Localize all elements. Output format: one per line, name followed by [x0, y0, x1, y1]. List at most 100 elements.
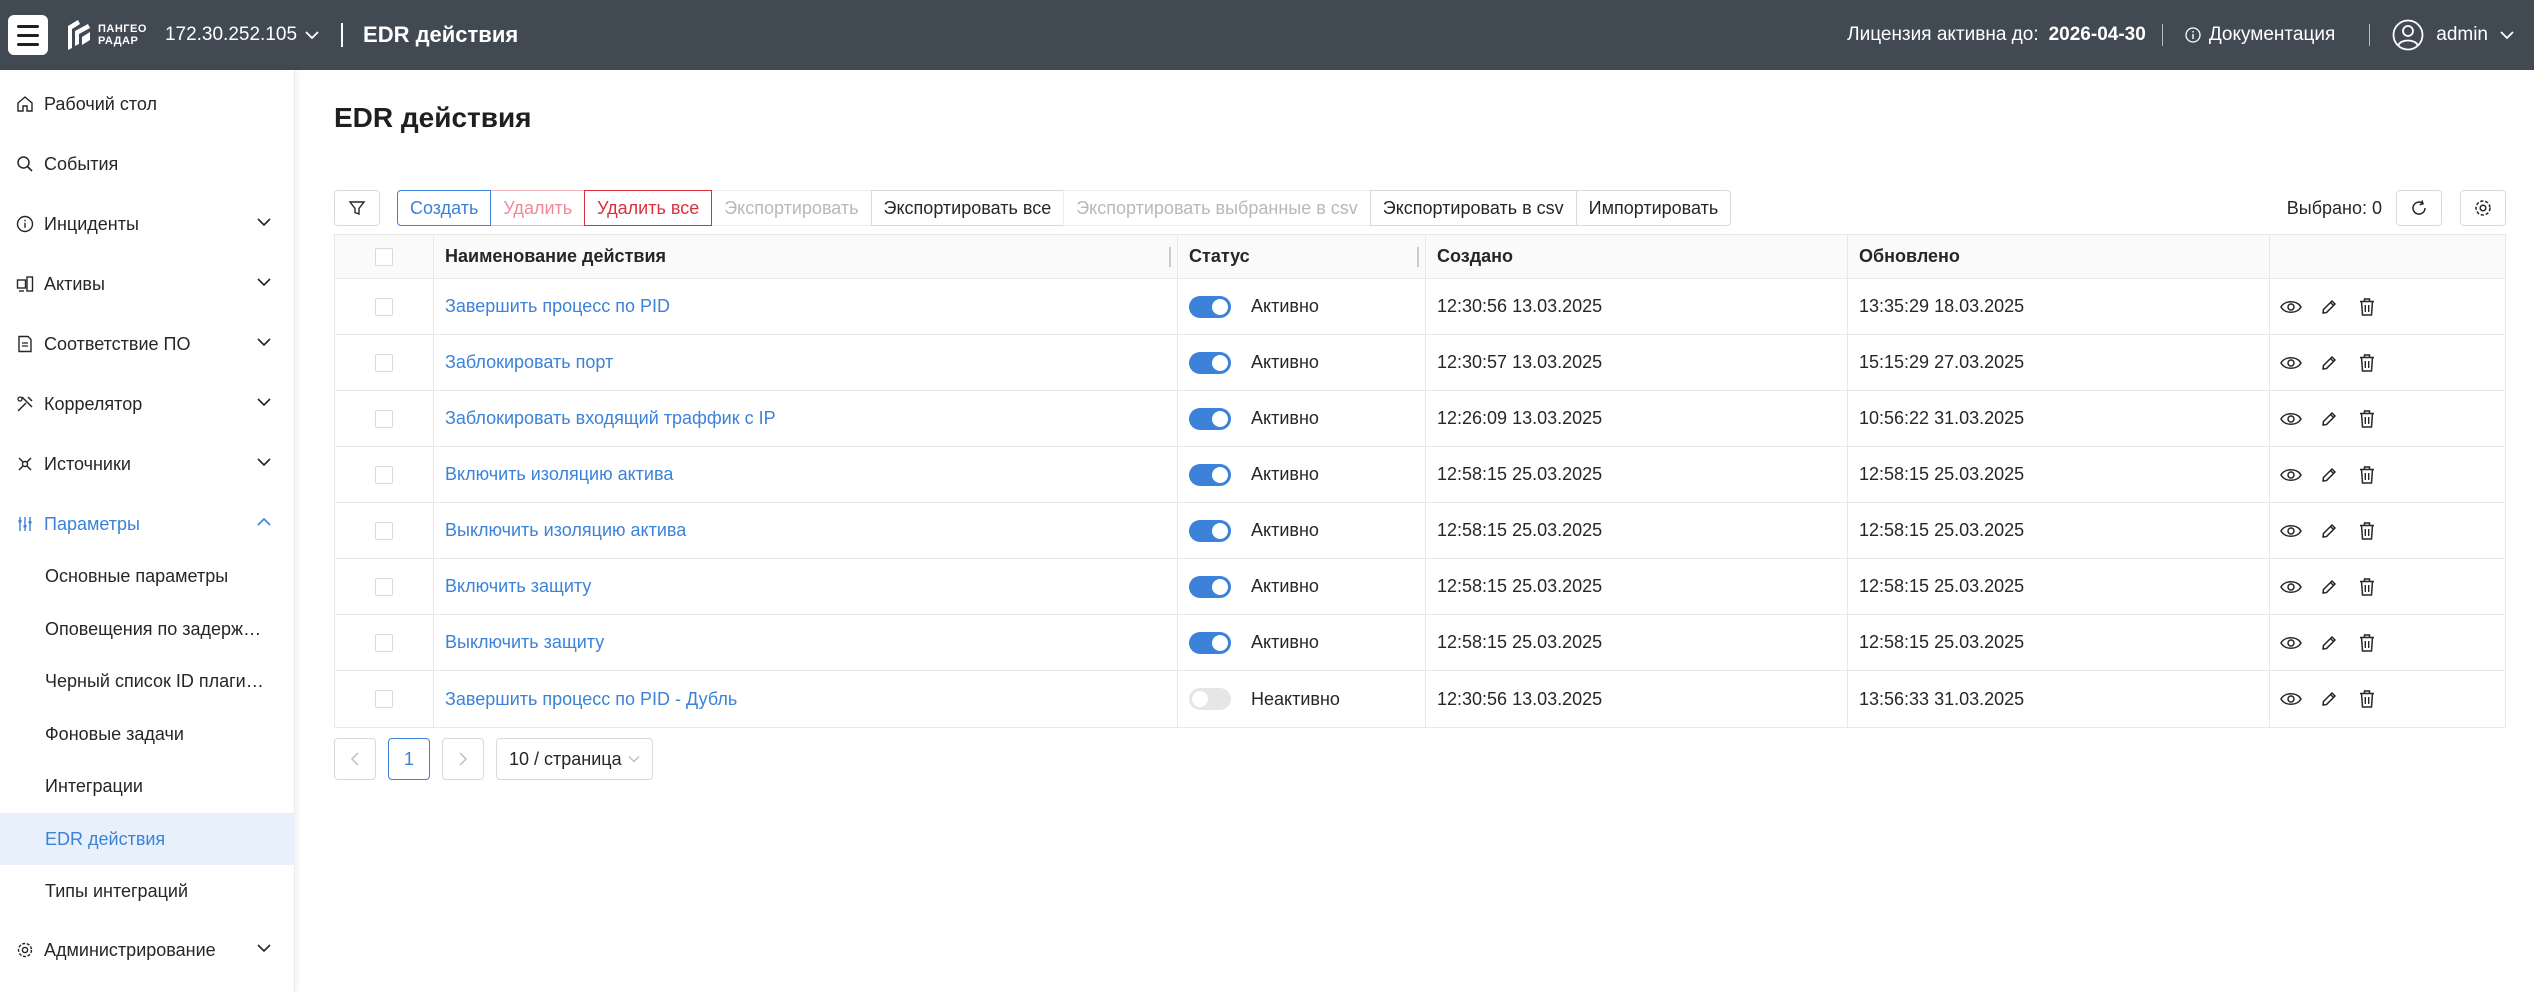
- import-button[interactable]: Импортировать: [1575, 190, 1732, 226]
- filter-button[interactable]: [334, 190, 380, 226]
- view-button[interactable]: [2280, 352, 2302, 374]
- action-name-link[interactable]: Завершить процесс по PID - Дубль: [445, 689, 737, 710]
- action-name-link[interactable]: Выключить защиту: [445, 632, 604, 653]
- sidebar-item-assets[interactable]: Активы: [0, 258, 295, 310]
- delete-all-button[interactable]: Удалить все: [584, 190, 713, 226]
- sidebar-item-sources[interactable]: Источники: [0, 438, 295, 490]
- row-checkbox[interactable]: [375, 577, 393, 596]
- row-checkbox[interactable]: [375, 297, 393, 316]
- sidebar-item-incidents[interactable]: Инциденты: [0, 198, 295, 250]
- view-button[interactable]: [2280, 520, 2302, 542]
- status-text: Активно: [1251, 352, 1319, 372]
- delete-row-button[interactable]: [2356, 352, 2378, 374]
- view-button[interactable]: [2280, 632, 2302, 654]
- view-button[interactable]: [2280, 296, 2302, 318]
- column-header-status[interactable]: Статус: [1178, 235, 1426, 278]
- menu-toggle-button[interactable]: [8, 15, 48, 55]
- trash-icon: [2360, 577, 2374, 596]
- refresh-button[interactable]: [2396, 190, 2442, 226]
- action-name-link[interactable]: Заблокировать входящий траффик с IP: [445, 408, 776, 429]
- delete-row-button[interactable]: [2356, 408, 2378, 430]
- export-csv-button[interactable]: Экспортировать в csv: [1369, 190, 1577, 226]
- export-button[interactable]: Экспортировать: [711, 190, 872, 226]
- sidebar-subitem-background-tasks[interactable]: Фоновые задачи: [0, 708, 295, 760]
- sidebar-item-administration[interactable]: Администрирование: [0, 924, 295, 976]
- eye-icon: [2280, 636, 2302, 649]
- export-selected-csv-button[interactable]: Экспортировать выбранные в csv: [1063, 190, 1371, 226]
- action-name-link[interactable]: Выключить изоляцию актива: [445, 520, 686, 541]
- row-checkbox[interactable]: [375, 353, 393, 372]
- action-name-link[interactable]: Завершить процесс по PID: [445, 296, 670, 317]
- header-title: EDR действия: [363, 22, 519, 47]
- column-header-name[interactable]: Наименование действия: [434, 235, 1178, 278]
- sidebar-item-correlator[interactable]: Коррелятор: [0, 378, 295, 430]
- prev-page-button[interactable]: [334, 738, 376, 780]
- delete-button[interactable]: Удалить: [490, 190, 586, 226]
- row-checkbox[interactable]: [375, 521, 393, 540]
- view-button[interactable]: [2280, 576, 2302, 598]
- page-number-button[interactable]: 1: [388, 738, 430, 780]
- edit-button[interactable]: [2318, 408, 2340, 430]
- sidebar-item-software-compliance[interactable]: Соответствие ПО: [0, 318, 295, 370]
- sidebar-subitem-delay-alerts[interactable]: Оповещения по задерж…: [0, 603, 295, 655]
- status-toggle[interactable]: [1189, 463, 1231, 486]
- status-toggle[interactable]: [1189, 688, 1231, 710]
- sidebar-item-parameters[interactable]: Параметры: [0, 498, 295, 550]
- trash-icon: [2360, 465, 2374, 484]
- delete-row-button[interactable]: [2356, 688, 2378, 710]
- info-icon: [16, 215, 34, 233]
- delete-row-button[interactable]: [2356, 576, 2378, 598]
- edit-button[interactable]: [2318, 352, 2340, 374]
- sidebar-subitem-integrations[interactable]: Интеграции: [0, 760, 295, 812]
- row-checkbox[interactable]: [375, 465, 393, 484]
- action-name-link[interactable]: Включить защиту: [445, 576, 591, 597]
- status-toggle[interactable]: [1189, 519, 1231, 542]
- column-header-updated[interactable]: Обновлено: [1848, 235, 2270, 278]
- row-checkbox[interactable]: [375, 690, 393, 708]
- delete-row-button[interactable]: [2356, 464, 2378, 486]
- action-name-link[interactable]: Заблокировать порт: [445, 352, 613, 373]
- column-header-created[interactable]: Создано: [1426, 235, 1848, 278]
- user-menu[interactable]: admin: [2392, 19, 2514, 51]
- sidebar-item-label: Инциденты: [44, 213, 139, 234]
- page-size-select[interactable]: 10 / страница: [496, 738, 653, 780]
- status-toggle[interactable]: [1189, 351, 1231, 374]
- edit-button[interactable]: [2318, 520, 2340, 542]
- row-checkbox[interactable]: [375, 633, 393, 652]
- status-toggle[interactable]: [1189, 407, 1231, 430]
- select-all-checkbox[interactable]: [375, 247, 393, 266]
- delete-row-button[interactable]: [2356, 296, 2378, 318]
- create-button[interactable]: Создать: [397, 190, 492, 226]
- view-button[interactable]: [2280, 688, 2302, 710]
- created-cell: 12:58:15 25.03.2025: [1426, 559, 1848, 614]
- export-all-button[interactable]: Экспортировать все: [870, 190, 1065, 226]
- chevron-down-icon: [257, 458, 271, 467]
- next-page-button[interactable]: [442, 738, 484, 780]
- view-button[interactable]: [2280, 408, 2302, 430]
- actions-cell: [2270, 447, 2505, 502]
- edit-button[interactable]: [2318, 688, 2340, 710]
- row-checkbox[interactable]: [375, 409, 393, 428]
- documentation-link[interactable]: Документация: [2185, 24, 2335, 46]
- action-name-link[interactable]: Включить изоляцию актива: [445, 464, 673, 485]
- sidebar-subitem-basic-params[interactable]: Основные параметры: [0, 550, 295, 602]
- sidebar-subitem-integration-types[interactable]: Типы интеграций: [0, 865, 295, 917]
- edit-button[interactable]: [2318, 632, 2340, 654]
- edit-button[interactable]: [2318, 576, 2340, 598]
- edit-button[interactable]: [2318, 464, 2340, 486]
- settings-button[interactable]: [2460, 190, 2506, 226]
- edit-button[interactable]: [2318, 296, 2340, 318]
- sidebar-item-dashboard[interactable]: Рабочий стол: [0, 78, 295, 130]
- host-selector[interactable]: 172.30.252.105: [165, 24, 319, 46]
- delete-row-button[interactable]: [2356, 520, 2378, 542]
- status-toggle[interactable]: [1189, 631, 1231, 654]
- table-row: Включить защиту Активно 12:58:15 25.03.202…: [335, 559, 2505, 615]
- view-button[interactable]: [2280, 464, 2302, 486]
- logo[interactable]: ПАНГЕО РАДАР: [66, 18, 147, 52]
- status-toggle[interactable]: [1189, 575, 1231, 598]
- status-toggle[interactable]: [1189, 295, 1231, 318]
- sidebar-subitem-plugin-blacklist[interactable]: Черный список ID плаги…: [0, 655, 295, 707]
- sidebar-subitem-edr-actions[interactable]: EDR действия: [0, 813, 295, 865]
- delete-row-button[interactable]: [2356, 632, 2378, 654]
- sidebar-item-events[interactable]: События: [0, 138, 295, 190]
